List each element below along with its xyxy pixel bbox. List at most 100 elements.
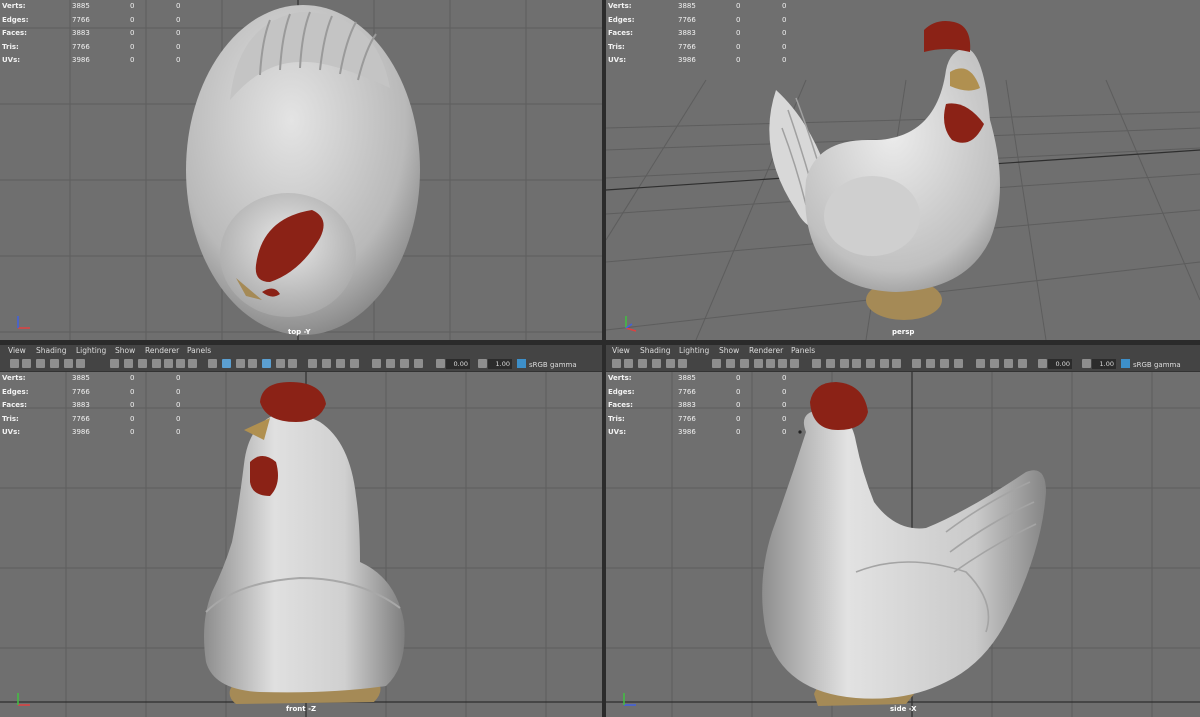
- motion-blur-icon[interactable]: [926, 359, 935, 368]
- wireframe-on-shaded-icon[interactable]: [852, 359, 861, 368]
- panel-toolbar: 0.00 1.00 sRGB gamma: [0, 357, 602, 372]
- safe-title-icon[interactable]: [188, 359, 197, 368]
- hud-value: 0: [130, 414, 135, 423]
- smooth-shade-icon[interactable]: [222, 359, 231, 368]
- xray-joints-icon[interactable]: [1004, 359, 1013, 368]
- axis-gizmo-icon: [623, 693, 636, 706]
- isolate-select-icon[interactable]: [372, 359, 381, 368]
- menu-show[interactable]: Show: [115, 346, 135, 355]
- gate-mask-icon[interactable]: [152, 359, 161, 368]
- bookmark-icon[interactable]: [638, 359, 647, 368]
- grease-pencil-icon[interactable]: [76, 359, 85, 368]
- xray-components-icon[interactable]: [414, 359, 423, 368]
- resolution-gate-icon[interactable]: [740, 359, 749, 368]
- gamma-field[interactable]: 1.00: [488, 359, 512, 369]
- safe-action-icon[interactable]: [778, 359, 787, 368]
- default-material-icon[interactable]: [840, 359, 849, 368]
- menu-view[interactable]: View: [612, 346, 630, 355]
- gamma-field[interactable]: 1.00: [1092, 359, 1116, 369]
- safe-title-icon[interactable]: [790, 359, 799, 368]
- film-gate-icon[interactable]: [726, 359, 735, 368]
- textured-icon[interactable]: [866, 359, 875, 368]
- hud-value: 0: [130, 56, 135, 65]
- menu-panels[interactable]: Panels: [791, 346, 815, 355]
- menu-renderer[interactable]: Renderer: [145, 346, 179, 355]
- exposure-field[interactable]: 0.00: [446, 359, 470, 369]
- anti-aliasing-icon[interactable]: [336, 359, 345, 368]
- xray-components-icon[interactable]: [1018, 359, 1027, 368]
- grid-toggle-icon[interactable]: [712, 359, 721, 368]
- isolate-select-icon[interactable]: [976, 359, 985, 368]
- gamma-icon[interactable]: [1082, 359, 1091, 368]
- hud-value: 0: [130, 401, 135, 410]
- film-gate-icon[interactable]: [124, 359, 133, 368]
- ambient-occlusion-icon[interactable]: [912, 359, 921, 368]
- menu-view[interactable]: View: [8, 346, 26, 355]
- image-plane-icon[interactable]: [50, 359, 59, 368]
- xray-icon[interactable]: [990, 359, 999, 368]
- menu-renderer[interactable]: Renderer: [749, 346, 783, 355]
- exposure-icon[interactable]: [436, 359, 445, 368]
- hud-label: UVs:: [608, 428, 627, 437]
- hud-value: 7766: [678, 387, 696, 396]
- color-space-selector[interactable]: sRGB gamma: [517, 359, 577, 369]
- xray-joints-icon[interactable]: [400, 359, 409, 368]
- depth-of-field-icon[interactable]: [954, 359, 963, 368]
- smooth-shade-icon[interactable]: [826, 359, 835, 368]
- hud-label: Faces:: [608, 29, 633, 38]
- color-space-selector[interactable]: sRGB gamma: [1121, 359, 1181, 369]
- grid-toggle-icon[interactable]: [110, 359, 119, 368]
- menu-shading[interactable]: Shading: [640, 346, 670, 355]
- viewport-persp[interactable]: Verts: 3885 0 0 Edges: 7766 0 0 Faces: 3883 0 0 T…: [606, 0, 1200, 340]
- default-material-icon[interactable]: [236, 359, 245, 368]
- resolution-gate-icon[interactable]: [138, 359, 147, 368]
- wireframe-on-shaded-icon[interactable]: [248, 359, 257, 368]
- gamma-icon[interactable]: [478, 359, 487, 368]
- hud-label: Tris:: [608, 42, 625, 51]
- hud-label: UVs:: [2, 56, 21, 65]
- image-plane-icon[interactable]: [652, 359, 661, 368]
- menu-lighting[interactable]: Lighting: [679, 346, 709, 355]
- viewport-side[interactable]: Verts: 3885 0 0 Edges: 7766 0 0 Faces: 3883 0 0 T…: [606, 372, 1200, 717]
- ambient-occlusion-icon[interactable]: [308, 359, 317, 368]
- menu-shading[interactable]: Shading: [36, 346, 66, 355]
- lights-icon[interactable]: [880, 359, 889, 368]
- safe-action-icon[interactable]: [176, 359, 185, 368]
- menu-show[interactable]: Show: [719, 346, 739, 355]
- wireframe-icon[interactable]: [812, 359, 821, 368]
- camera-attributes-icon[interactable]: [624, 359, 633, 368]
- hud-value: 0: [736, 29, 741, 38]
- textured-icon[interactable]: [262, 359, 271, 368]
- field-chart-icon[interactable]: [164, 359, 173, 368]
- field-chart-icon[interactable]: [766, 359, 775, 368]
- depth-of-field-icon[interactable]: [350, 359, 359, 368]
- hud-value: 0: [176, 42, 181, 51]
- bookmark-icon[interactable]: [36, 359, 45, 368]
- motion-blur-icon[interactable]: [322, 359, 331, 368]
- xray-icon[interactable]: [386, 359, 395, 368]
- exposure-icon[interactable]: [1038, 359, 1047, 368]
- hud-value: 7766: [72, 15, 90, 24]
- hud-label: Edges:: [2, 387, 29, 396]
- wireframe-icon[interactable]: [208, 359, 217, 368]
- anti-aliasing-icon[interactable]: [940, 359, 949, 368]
- exposure-field[interactable]: 0.00: [1048, 359, 1072, 369]
- menu-panels[interactable]: Panels: [187, 346, 211, 355]
- menu-lighting[interactable]: Lighting: [76, 346, 106, 355]
- grease-pencil-icon[interactable]: [678, 359, 687, 368]
- gate-mask-icon[interactable]: [754, 359, 763, 368]
- camera-select-icon[interactable]: [10, 359, 19, 368]
- panel-menu-bar: View Shading Lighting Show Renderer Pane…: [0, 345, 602, 357]
- 2d-pan-zoom-icon[interactable]: [666, 359, 675, 368]
- viewport-top[interactable]: Verts: 3885 0 0 Edges: 7766 0 0 Faces: 3883 0 0 T…: [0, 0, 602, 340]
- camera-select-icon[interactable]: [612, 359, 621, 368]
- hud-label: Tris:: [608, 414, 625, 423]
- hud-value: 0: [736, 15, 741, 24]
- 2d-pan-zoom-icon[interactable]: [64, 359, 73, 368]
- viewport-front[interactable]: Verts: 3885 0 0 Edges: 7766 0 0 Faces: 3883 0 0 T…: [0, 372, 602, 717]
- hud-value: 3986: [678, 56, 696, 65]
- lights-icon[interactable]: [276, 359, 285, 368]
- shadows-icon[interactable]: [892, 359, 901, 368]
- camera-attributes-icon[interactable]: [22, 359, 31, 368]
- shadows-icon[interactable]: [288, 359, 297, 368]
